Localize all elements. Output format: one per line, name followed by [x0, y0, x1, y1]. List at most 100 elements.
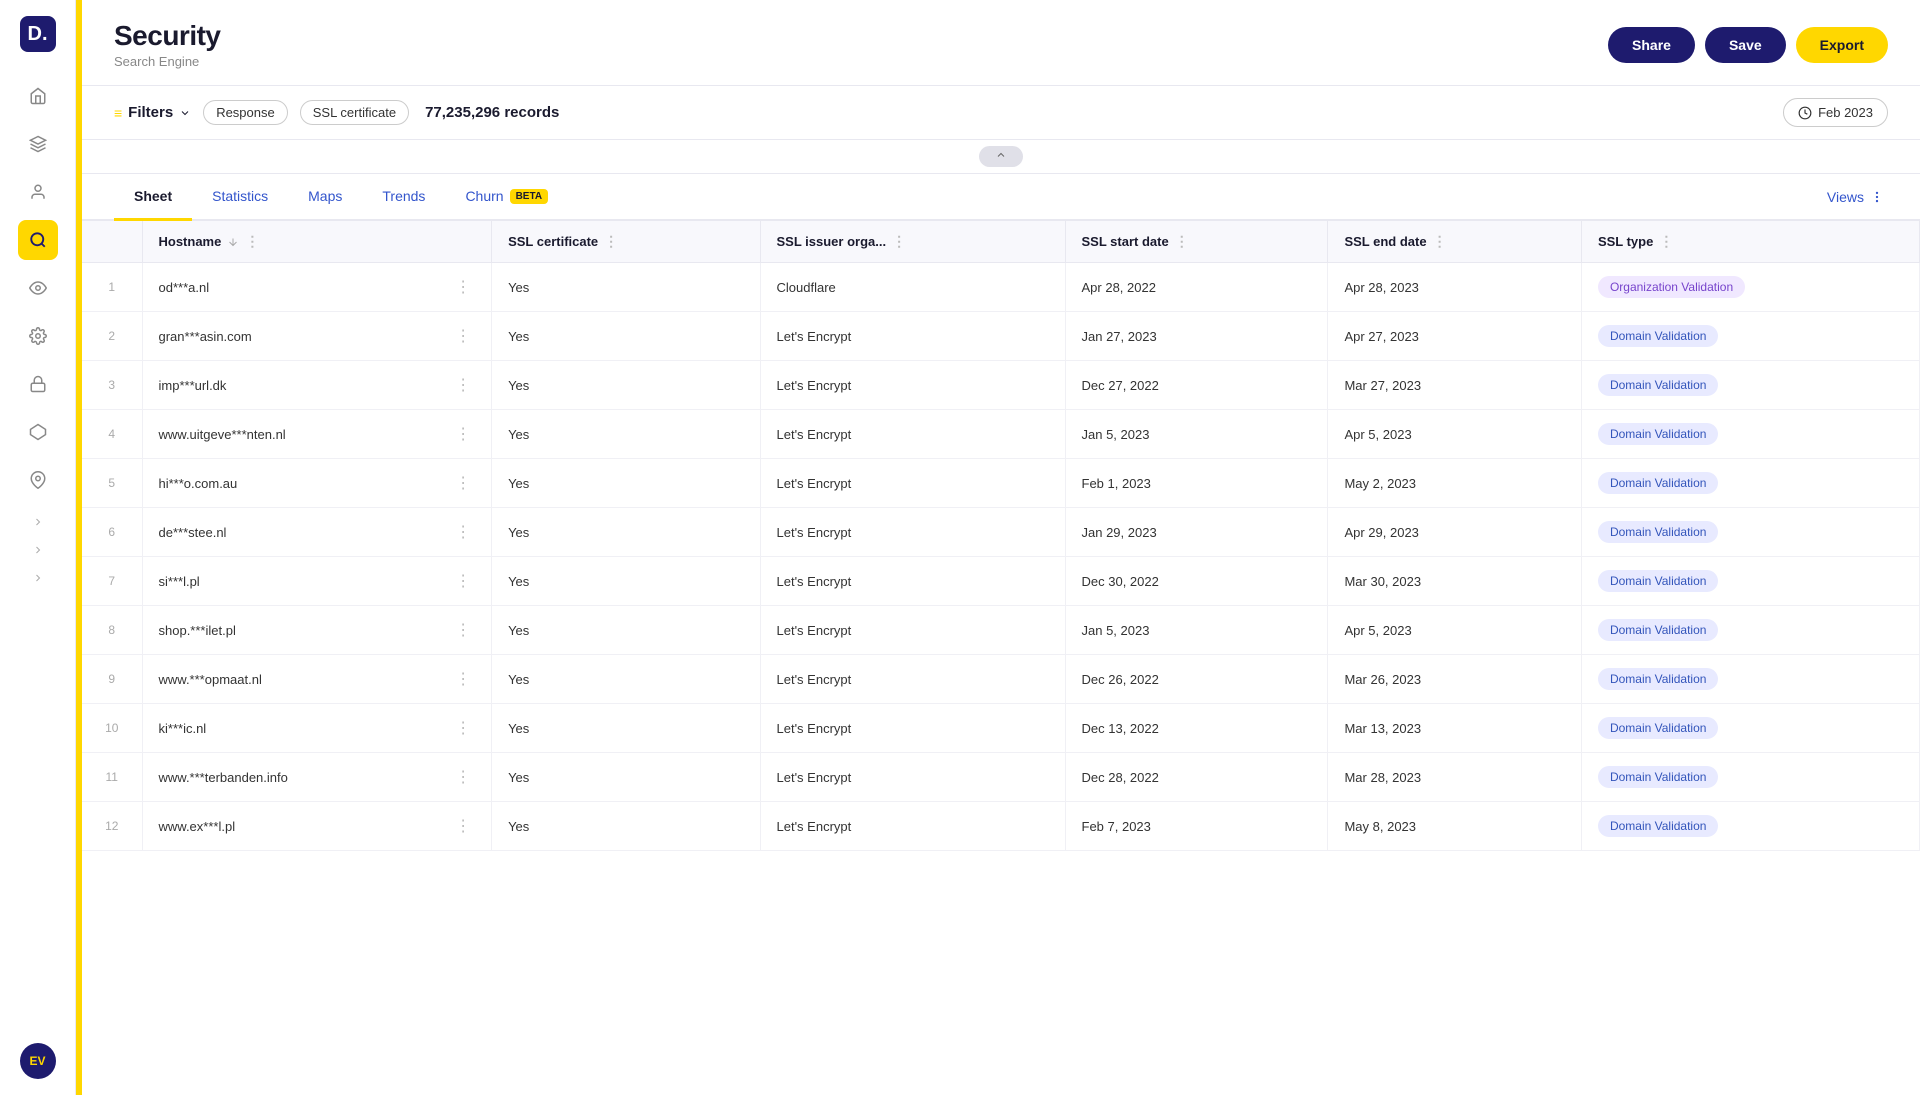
- row-num: 8: [82, 606, 142, 655]
- ssl-type-badge: Domain Validation: [1598, 619, 1719, 641]
- sidebar-item-home[interactable]: [18, 76, 58, 116]
- date-filter[interactable]: Feb 2023: [1783, 98, 1888, 127]
- collapse-pill[interactable]: [979, 146, 1023, 167]
- ssl-type-badge: Domain Validation: [1598, 717, 1719, 739]
- hostname-value: www.uitgeve***nten.nl: [159, 427, 286, 442]
- row-ssl-type: Organization Validation: [1581, 263, 1919, 312]
- row-ssl-issuer: Let's Encrypt: [760, 508, 1065, 557]
- sidebar-item-person[interactable]: [18, 172, 58, 212]
- row-menu-icon[interactable]: ⋮: [451, 667, 475, 691]
- ssl-type-badge: Domain Validation: [1598, 668, 1719, 690]
- filter-tag-response[interactable]: Response: [203, 100, 288, 125]
- row-ssl-type: Domain Validation: [1581, 802, 1919, 851]
- sidebar-item-diamond[interactable]: [18, 412, 58, 452]
- table-row: 5 hi***o.com.au ⋮ Yes Let's Encrypt Feb …: [82, 459, 1920, 508]
- tab-trends[interactable]: Trends: [362, 174, 445, 221]
- hostname-value: od***a.nl: [159, 280, 210, 295]
- expand-section-2[interactable]: [0, 540, 75, 560]
- row-ssl-cert: Yes: [492, 508, 760, 557]
- row-menu-icon[interactable]: ⋮: [451, 324, 475, 348]
- row-menu-icon[interactable]: ⋮: [451, 765, 475, 789]
- page-subtitle: Search Engine: [114, 54, 221, 69]
- col-ssl-cert[interactable]: SSL certificate ⋮: [492, 221, 760, 263]
- row-menu-icon[interactable]: ⋮: [451, 275, 475, 299]
- table-row: 4 www.uitgeve***nten.nl ⋮ Yes Let's Encr…: [82, 410, 1920, 459]
- save-button[interactable]: Save: [1705, 27, 1786, 63]
- row-menu-icon[interactable]: ⋮: [451, 569, 475, 593]
- row-ssl-start: Jan 27, 2023: [1065, 312, 1328, 361]
- tab-churn[interactable]: Churn BETA: [445, 174, 568, 221]
- row-ssl-cert: Yes: [492, 802, 760, 851]
- row-num: 11: [82, 753, 142, 802]
- logo-area: D.: [20, 16, 56, 52]
- row-ssl-end: Apr 5, 2023: [1328, 606, 1581, 655]
- col-ssl-issuer[interactable]: SSL issuer orga... ⋮: [760, 221, 1065, 263]
- ssl-type-badge: Domain Validation: [1598, 815, 1719, 837]
- row-menu-icon[interactable]: ⋮: [451, 520, 475, 544]
- sidebar-item-pin[interactable]: [18, 460, 58, 500]
- sidebar-item-lock[interactable]: [18, 364, 58, 404]
- row-hostname: imp***url.dk ⋮: [142, 361, 492, 410]
- row-menu-icon[interactable]: ⋮: [451, 422, 475, 446]
- row-ssl-start: Dec 30, 2022: [1065, 557, 1328, 606]
- ssl-type-badge: Domain Validation: [1598, 521, 1719, 543]
- row-menu-icon[interactable]: ⋮: [451, 471, 475, 495]
- sidebar-item-layers[interactable]: [18, 124, 58, 164]
- row-ssl-issuer: Cloudflare: [760, 263, 1065, 312]
- col-ssl-end[interactable]: SSL end date ⋮: [1328, 221, 1581, 263]
- row-ssl-end: Mar 13, 2023: [1328, 704, 1581, 753]
- row-ssl-cert: Yes: [492, 704, 760, 753]
- row-ssl-start: Dec 28, 2022: [1065, 753, 1328, 802]
- col-hostname-menu-icon[interactable]: ⋮: [245, 233, 259, 250]
- row-ssl-type: Domain Validation: [1581, 753, 1919, 802]
- col-ssl-end-menu-icon[interactable]: ⋮: [1433, 233, 1447, 250]
- filters-button[interactable]: ≡ Filters: [114, 104, 191, 121]
- sidebar-item-gear[interactable]: [18, 316, 58, 356]
- row-num: 7: [82, 557, 142, 606]
- hostname-value: de***stee.nl: [159, 525, 227, 540]
- tab-sheet[interactable]: Sheet: [114, 174, 192, 221]
- beta-badge: BETA: [510, 189, 548, 204]
- row-menu-icon[interactable]: ⋮: [451, 618, 475, 642]
- col-ssl-start[interactable]: SSL start date ⋮: [1065, 221, 1328, 263]
- filter-tag-ssl[interactable]: SSL certificate: [300, 100, 409, 125]
- table-row: 12 www.ex***l.pl ⋮ Yes Let's Encrypt Feb…: [82, 802, 1920, 851]
- col-ssl-issuer-menu-icon[interactable]: ⋮: [892, 233, 906, 250]
- row-hostname: www.ex***l.pl ⋮: [142, 802, 492, 851]
- row-num: 12: [82, 802, 142, 851]
- app-logo[interactable]: D.: [20, 16, 56, 52]
- col-ssl-cert-menu-icon[interactable]: ⋮: [604, 233, 618, 250]
- row-menu-icon[interactable]: ⋮: [451, 373, 475, 397]
- row-hostname: od***a.nl ⋮: [142, 263, 492, 312]
- row-ssl-type: Domain Validation: [1581, 312, 1919, 361]
- user-avatar[interactable]: EV: [20, 1043, 56, 1079]
- row-ssl-start: Dec 13, 2022: [1065, 704, 1328, 753]
- views-button[interactable]: Views: [1823, 175, 1888, 219]
- sidebar-item-search[interactable]: [18, 220, 58, 260]
- row-menu-icon[interactable]: ⋮: [451, 716, 475, 740]
- export-button[interactable]: Export: [1796, 27, 1888, 63]
- expand-section-1[interactable]: [0, 512, 75, 532]
- filter-icon: ≡: [114, 105, 122, 121]
- tab-statistics[interactable]: Statistics: [192, 174, 288, 221]
- share-button[interactable]: Share: [1608, 27, 1695, 63]
- col-ssl-start-menu-icon[interactable]: ⋮: [1175, 233, 1189, 250]
- col-ssl-type[interactable]: SSL type ⋮: [1581, 221, 1919, 263]
- row-ssl-end: May 8, 2023: [1328, 802, 1581, 851]
- tab-maps[interactable]: Maps: [288, 174, 362, 221]
- hostname-value: gran***asin.com: [159, 329, 252, 344]
- col-hostname[interactable]: Hostname ⋮: [142, 221, 492, 263]
- row-hostname: www.***terbanden.info ⋮: [142, 753, 492, 802]
- row-ssl-type: Domain Validation: [1581, 508, 1919, 557]
- row-ssl-cert: Yes: [492, 361, 760, 410]
- table-row: 7 si***l.pl ⋮ Yes Let's Encrypt Dec 30, …: [82, 557, 1920, 606]
- row-ssl-type: Domain Validation: [1581, 655, 1919, 704]
- sidebar-item-eye[interactable]: [18, 268, 58, 308]
- col-ssl-type-menu-icon[interactable]: ⋮: [1659, 233, 1673, 250]
- table-row: 9 www.***opmaat.nl ⋮ Yes Let's Encrypt D…: [82, 655, 1920, 704]
- expand-section-3[interactable]: [0, 568, 75, 588]
- hostname-value: si***l.pl: [159, 574, 200, 589]
- row-ssl-issuer: Let's Encrypt: [760, 802, 1065, 851]
- row-ssl-end: Mar 30, 2023: [1328, 557, 1581, 606]
- row-menu-icon[interactable]: ⋮: [451, 814, 475, 838]
